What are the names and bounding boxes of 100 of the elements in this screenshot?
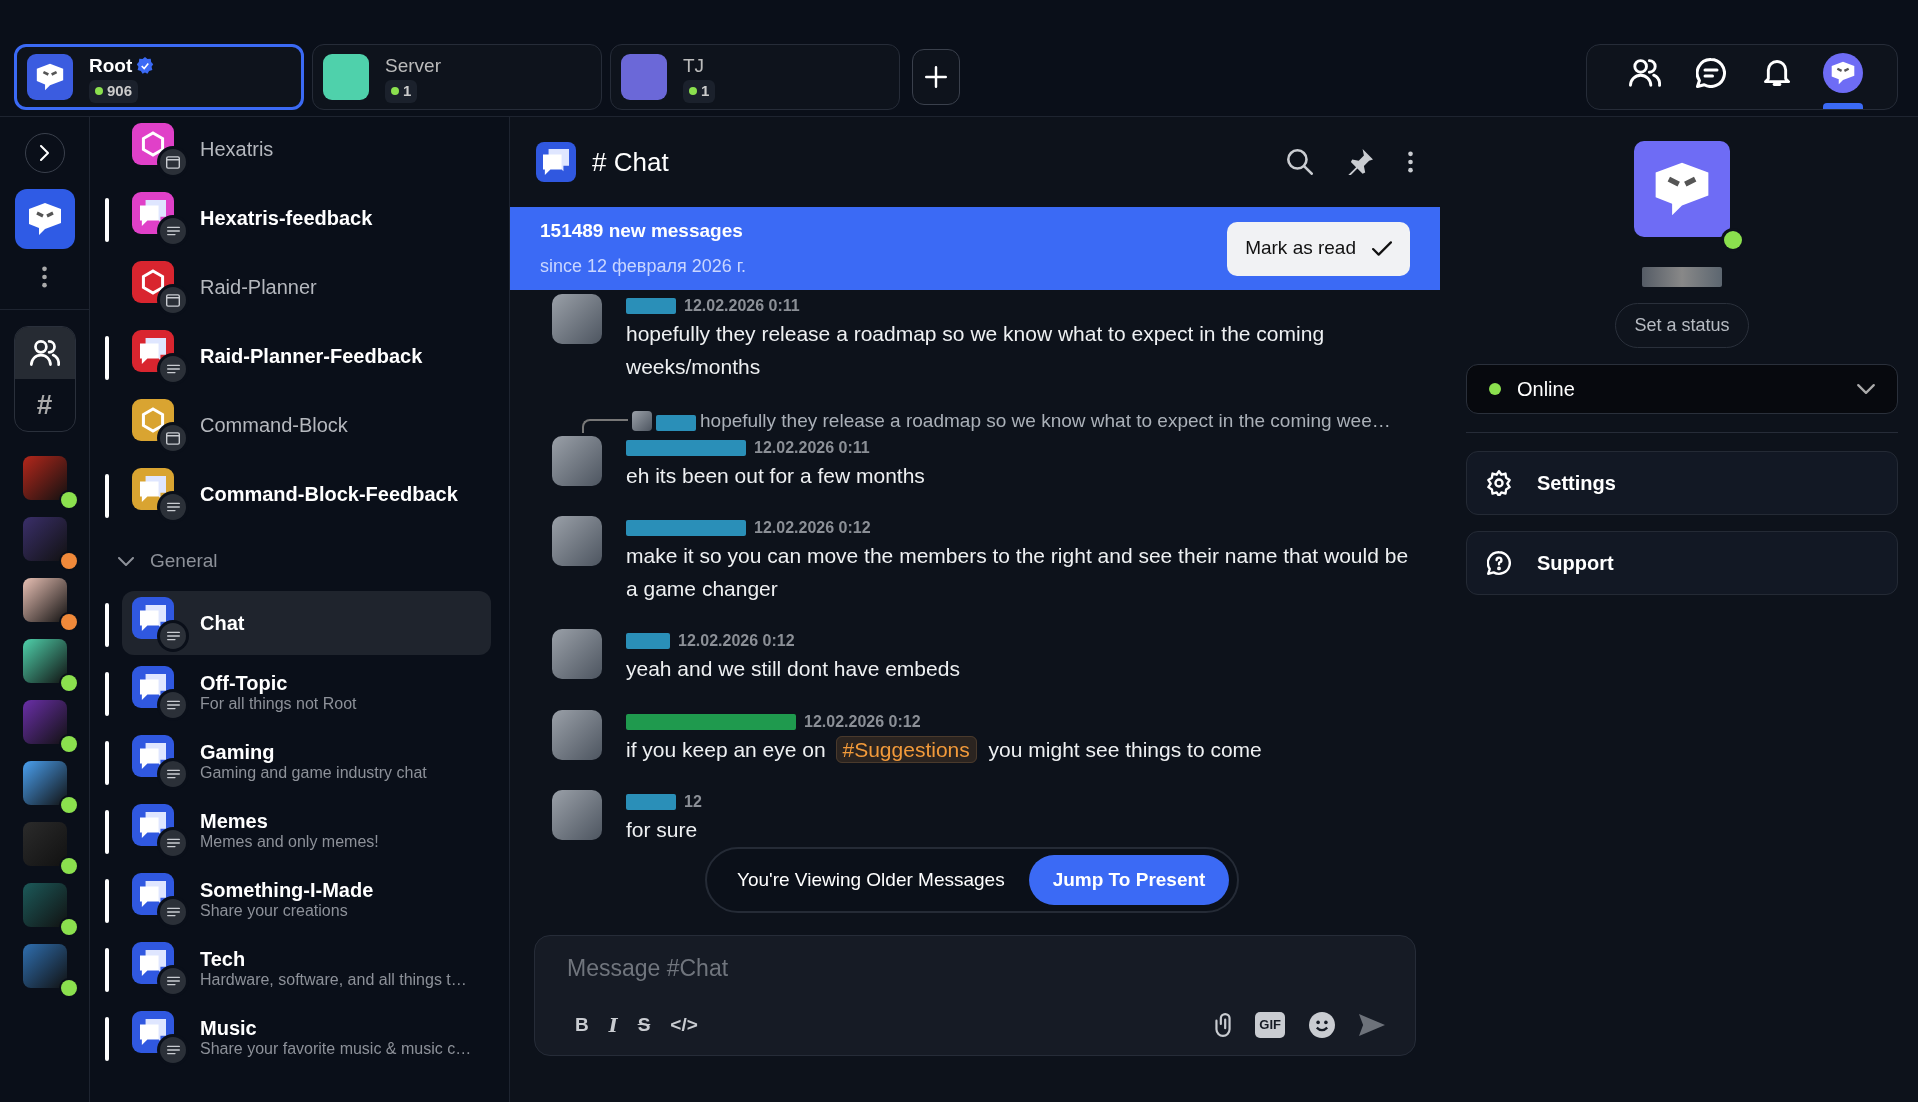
smiley-icon: [1309, 1011, 1335, 1038]
search-button[interactable]: [1287, 149, 1313, 175]
people-icon: [29, 340, 60, 366]
message-input[interactable]: Message #Chat: [565, 950, 1385, 987]
server-picture[interactable]: [22, 761, 67, 805]
channel-item[interactable]: Raid-Planner-Feedback: [122, 324, 491, 388]
hexagon-icon: [141, 131, 165, 157]
message-text: yeah and we still dont have embeds: [626, 656, 960, 683]
pin-button[interactable]: [1347, 149, 1373, 175]
avatar-picture: [552, 294, 602, 344]
avatar-picture: [552, 516, 602, 567]
format-button[interactable]: </>: [660, 1010, 708, 1039]
channel-item[interactable]: Gaming Gaming and game industry chat: [122, 729, 491, 793]
avatar-picture: [552, 790, 602, 841]
hexagon-icon: [141, 407, 165, 433]
hexagon-icon: [141, 269, 165, 295]
channel-name: Command-Block: [200, 413, 348, 437]
pin-icon: [1347, 149, 1373, 175]
mark-as-read-button[interactable]: Mark as read: [1227, 221, 1410, 276]
online-count: 906: [89, 80, 139, 103]
channel-name: Memes: [200, 809, 269, 834]
members-tab[interactable]: [14, 327, 75, 379]
channel-item[interactable]: Chat: [122, 591, 491, 655]
emoji-button[interactable]: [1309, 1011, 1335, 1038]
channel-name: Tech: [200, 947, 247, 972]
channels-tab[interactable]: #: [14, 379, 75, 431]
server-picture[interactable]: [22, 639, 67, 683]
channel-name: Command-Block-Feedback: [200, 482, 458, 506]
logo-icon: [1654, 161, 1710, 217]
add-button[interactable]: [912, 49, 960, 105]
logo-button[interactable]: [14, 189, 75, 249]
channel-item[interactable]: Command-Block: [122, 393, 491, 457]
gif-button[interactable]: GIF: [1255, 1012, 1285, 1038]
message-text: if you keep an eye on #Suggestions you might see things to come: [626, 734, 1262, 765]
channel-mention[interactable]: #Suggestions: [835, 735, 977, 763]
channel-item[interactable]: Something-I-Made Share your creations: [122, 867, 491, 931]
timestamp: 12.02.2026 0:11: [684, 296, 800, 316]
message-text: make it so you can move the members to the right and see their name that would be a game changer: [626, 543, 1410, 602]
channel-name: Off-Topic: [200, 671, 289, 696]
chat-bubbles-icon: [140, 743, 166, 769]
channel-description: Hardware, software, and all things t…: [200, 971, 467, 989]
timestamp: 12.02.2026 0:11: [754, 437, 870, 458]
avatar-picture: [552, 629, 602, 680]
jump-to-present-button[interactable]: Jump To Present: [1028, 854, 1230, 905]
more-button[interactable]: [1407, 150, 1414, 174]
timestamp: 12.02.2026 0:12: [804, 711, 921, 732]
more-icon: [1407, 150, 1414, 174]
format-button[interactable]: I: [598, 1010, 628, 1039]
attach-button[interactable]: [1215, 1012, 1232, 1037]
more-icon: [41, 265, 48, 289]
format-button[interactable]: S: [627, 1010, 661, 1039]
message-composer[interactable]: Message #Chat B I S </> GIF: [534, 935, 1416, 1056]
channel-item[interactable]: Off-Topic For all things not Root: [122, 660, 491, 724]
chat-bubbles-icon: [140, 338, 166, 364]
banner-subtitle: since 12 февраля 2026 г.: [540, 255, 747, 279]
chat-bubbles-icon: [140, 200, 166, 226]
server-name: Server: [385, 53, 441, 78]
status-dot: [1489, 383, 1501, 395]
channel-description: Share your favorite music & music c…: [200, 1040, 472, 1058]
blurred-username: [656, 415, 696, 432]
timestamp: 12.02.2026 0:12: [678, 631, 795, 652]
channel-name: Music: [200, 1016, 258, 1041]
channel-item[interactable]: Hexatris-feedback: [122, 186, 491, 250]
settings-button[interactable]: Settings: [1466, 451, 1898, 515]
status-dropdown[interactable]: Online: [1466, 364, 1898, 414]
help-icon: [1487, 550, 1511, 576]
channel-item[interactable]: Raid-Planner: [122, 255, 491, 319]
chat-bubbles-icon: [140, 1019, 166, 1045]
logo-icon: [27, 202, 62, 236]
server-name: Root: [89, 53, 133, 78]
gear-icon: [1487, 470, 1511, 496]
channel-title: # Chat: [592, 145, 669, 179]
logo-icon: [1831, 61, 1855, 85]
server-picture[interactable]: [22, 578, 67, 622]
send-icon: [1359, 1013, 1385, 1036]
server-tab[interactable]: Server 1: [312, 44, 602, 110]
channel-item[interactable]: Tech Hardware, software, and all things t…: [122, 936, 491, 1000]
category-header[interactable]: General: [102, 539, 491, 583]
server-name: TJ: [683, 53, 705, 78]
reply-preview: hopefully they release a roadmap so we know what to expect in the coming wee…: [700, 409, 1391, 434]
banner-title: 151489 new messages: [540, 218, 744, 243]
channel-item[interactable]: Music Share your favorite music & music c…: [122, 1005, 491, 1069]
more-button[interactable]: [41, 265, 48, 289]
bell-icon: [1764, 59, 1790, 87]
channel-item[interactable]: Command-Block-Feedback: [122, 462, 491, 526]
format-button[interactable]: B: [565, 1010, 599, 1039]
chat-bubbles-icon: [140, 812, 166, 838]
avatar-picture: [552, 435, 602, 486]
channel-description: For all things not Root: [200, 695, 357, 713]
server-tab[interactable]: Root 906: [14, 44, 304, 110]
channel-description: Share your creations: [200, 902, 349, 920]
channel-name: Something-I-Made: [200, 878, 374, 903]
channel-item[interactable]: Memes Memes and only memes!: [122, 798, 491, 862]
set-status-button[interactable]: Set a status: [1615, 303, 1749, 348]
server-tab[interactable]: TJ 1: [610, 44, 900, 110]
send-button[interactable]: [1359, 1013, 1385, 1036]
support-button[interactable]: Support: [1466, 531, 1898, 595]
channel-item[interactable]: Hexatris: [122, 117, 491, 181]
channel-description: Gaming and game industry chat: [200, 764, 427, 782]
channel-description: Memes and only memes!: [200, 833, 379, 851]
